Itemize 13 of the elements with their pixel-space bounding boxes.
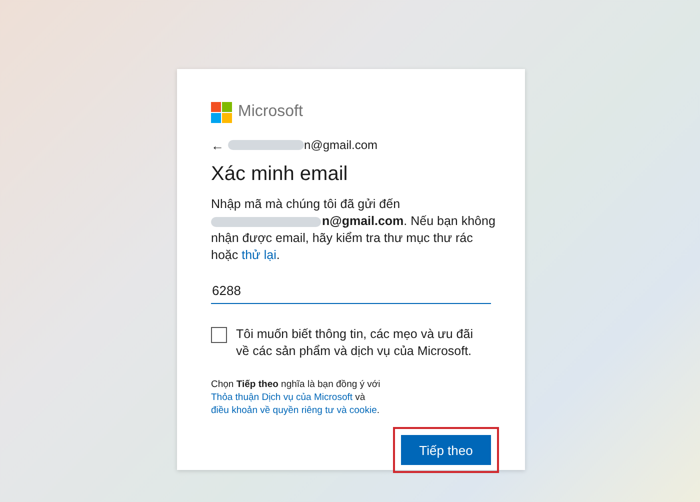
next-button[interactable]: Tiếp theo	[401, 435, 491, 465]
terms-link[interactable]: Thỏa thuận Dịch vụ của Microsoft	[211, 392, 353, 403]
windows-logo-icon	[211, 102, 232, 122]
checkbox-label: Tôi muốn biết thông tin, các mẹo và ưu đãi về các sản phẩm và dịch vụ của Microsoft.	[236, 326, 474, 360]
back-button[interactable]: ←	[211, 138, 224, 152]
terms-text: Chọn Tiếp theo nghĩa là bạn đồng ý với Thỏa thuận Dịch vụ của Microsoft và điều khoản về quyền riêng tư và cookie.	[211, 378, 382, 417]
retry-link[interactable]: thử lại	[242, 248, 276, 262]
checkbox[interactable]	[211, 327, 227, 343]
instructions-text: Nhập mã mà chúng tôi đã gửi đến n@gmail.com. Nếu bạn không nhận được email, hãy kiểm tra thư mục thư rác hoặc thử lại.	[211, 196, 496, 264]
page-title: Xác minh email	[211, 163, 349, 186]
terms-link[interactable]: điều khoản về quyền riêng tư và cookie	[211, 405, 377, 416]
brand-name: Microsoft	[238, 103, 303, 121]
account-email: n@gmail.com	[304, 138, 378, 152]
